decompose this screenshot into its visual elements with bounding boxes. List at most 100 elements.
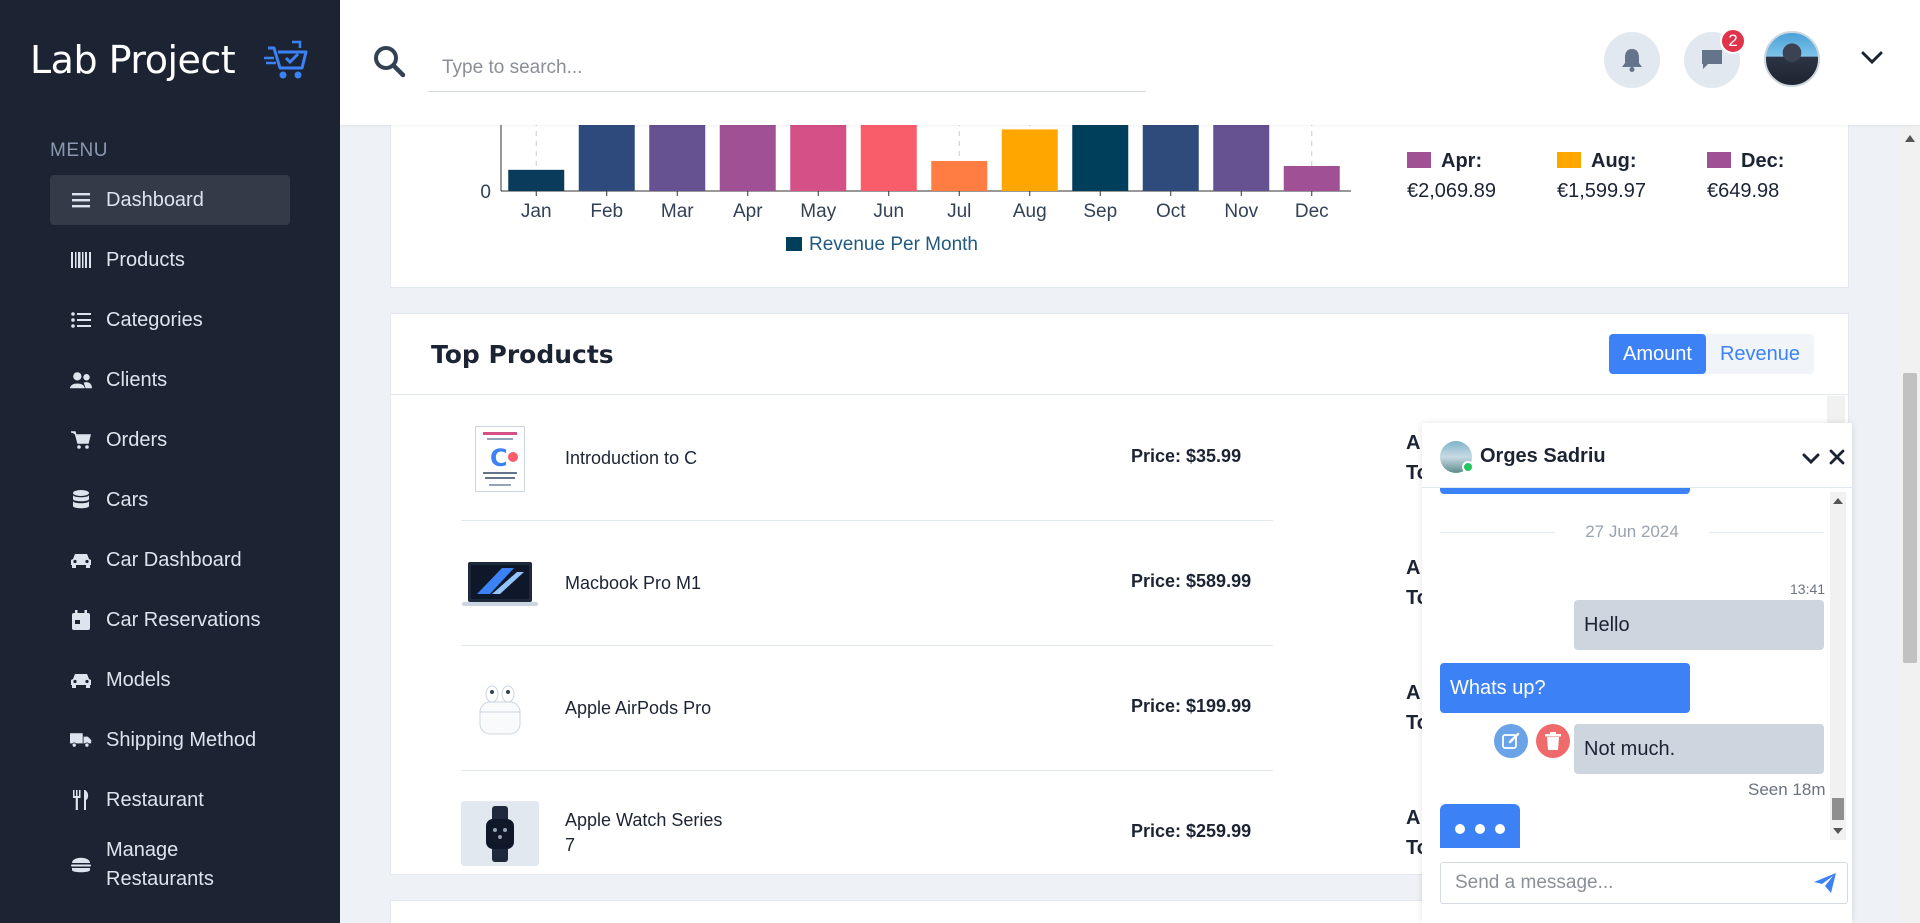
sidebar-item-categories[interactable]: Categories xyxy=(50,295,290,345)
messages-button[interactable]: 2 xyxy=(1684,28,1746,88)
search-input[interactable] xyxy=(428,44,1146,92)
brand-title[interactable]: Lab Project xyxy=(30,38,236,82)
close-icon[interactable] xyxy=(1828,448,1846,466)
scroll-down-arrow[interactable] xyxy=(1833,828,1843,834)
edit-icon xyxy=(1502,732,1520,749)
month-total-aug: Aug: €1,599.97 xyxy=(1557,146,1646,206)
product-price: Price: $35.99 xyxy=(1131,446,1242,466)
bar-jan[interactable] xyxy=(508,169,565,191)
x-tick-label: Jul xyxy=(947,201,971,222)
seen-status: Seen 18m xyxy=(1748,780,1826,799)
car-icon xyxy=(70,549,92,571)
page-scrollbar[interactable] xyxy=(1900,125,1920,923)
user-avatar[interactable] xyxy=(1764,31,1820,87)
revenue-chart-card: 0 Jan Feb Mar Apr May Jun Jul Aug Sep Oct Nov Dec Rev… xyxy=(390,100,1849,288)
revenue-toggle-button[interactable]: Revenue xyxy=(1706,334,1814,374)
edit-message-button[interactable] xyxy=(1494,724,1528,758)
sidebar-item-dashboard[interactable]: Dashboard xyxy=(50,175,290,225)
sidebar-item-products[interactable]: Products xyxy=(50,235,290,285)
month-total-value: €2,069.89 xyxy=(1407,180,1496,202)
scroll-thumb[interactable] xyxy=(1903,373,1917,663)
sidebar-item-label: Restaurant xyxy=(106,788,204,811)
legend-label[interactable]: Revenue Per Month xyxy=(809,234,978,255)
sidebar-item-car-reservations[interactable]: Car Reservations xyxy=(50,595,290,645)
product-row[interactable]: Macbook Pro M1 Price: $589.99 xyxy=(461,521,1273,646)
month-total-value: €1,599.97 xyxy=(1557,180,1646,202)
month-total-apr: Apr: €2,069.89 xyxy=(1407,146,1496,206)
x-tick-label: May xyxy=(800,201,836,222)
scroll-thumb[interactable] xyxy=(1832,798,1844,820)
search-icon[interactable] xyxy=(372,44,406,78)
sidebar-item-orders[interactable]: Orders xyxy=(50,415,290,465)
sidebar-item-label: Clients xyxy=(106,368,168,391)
sidebar-item-shipping-method[interactable]: Shipping Method xyxy=(50,715,290,765)
sidebar-item-label: Orders xyxy=(106,428,168,451)
bar-aug[interactable] xyxy=(1001,129,1058,191)
message-bubble-received[interactable]: Whats up? xyxy=(1440,663,1690,713)
x-tick-label: Jan xyxy=(521,201,552,222)
amount-revenue-toggle: Amount Revenue xyxy=(1609,334,1814,374)
send-icon[interactable] xyxy=(1813,872,1837,894)
message-input[interactable] xyxy=(1441,863,1801,903)
product-name: Introduction to C xyxy=(565,448,698,468)
chat-messages: 27 Jun 2024 13:41 Hello Whats up? Not mu… xyxy=(1422,488,1852,848)
product-row[interactable]: Apple Watch Series 7 Price: $259.99 xyxy=(461,771,1273,874)
bar-dec[interactable] xyxy=(1283,165,1340,191)
online-status-dot xyxy=(1462,461,1474,473)
contact-name: Orges Sadriu xyxy=(1480,445,1606,467)
top-header: 2 xyxy=(340,0,1920,125)
x-tick-label: Dec xyxy=(1295,201,1329,222)
legend-swatch xyxy=(1557,152,1581,168)
amount-toggle-button[interactable]: Amount xyxy=(1609,334,1706,374)
scroll-up-arrow[interactable] xyxy=(1905,135,1915,142)
product-row[interactable]: Apple AirPods Pro Price: $199.99 xyxy=(461,646,1273,771)
x-tick-label: Nov xyxy=(1224,201,1258,222)
y-tick-label: 0 xyxy=(480,182,491,203)
divider xyxy=(391,394,1848,395)
sidebar: Lab Project MENU Dashboard Products Cate… xyxy=(0,0,340,923)
message-input-wrapper xyxy=(1440,862,1848,904)
truck-icon xyxy=(70,729,92,751)
sidebar-item-label: Shipping Method xyxy=(106,728,257,751)
x-tick-label: Apr xyxy=(733,201,763,222)
month-total-label: Apr: xyxy=(1441,150,1483,172)
menu-icon xyxy=(70,189,92,211)
sidebar-item-manage-restaurants[interactable]: Manage Restaurants xyxy=(50,835,290,895)
sidebar-item-restaurant[interactable]: Restaurant xyxy=(50,775,290,825)
messages-badge: 2 xyxy=(1720,28,1746,54)
previous-message-bubble xyxy=(1440,488,1690,494)
sidebar-item-label: Cars xyxy=(106,488,149,511)
bar-jul[interactable] xyxy=(931,160,988,191)
sidebar-item-label: Categories xyxy=(106,308,203,331)
chat-scrollbar[interactable] xyxy=(1830,492,1846,840)
menu-heading: MENU xyxy=(50,140,108,161)
chevron-down-icon[interactable] xyxy=(1802,453,1820,465)
sidebar-item-label: Models xyxy=(106,668,171,691)
burger-icon xyxy=(70,854,92,876)
watch-icon xyxy=(461,801,539,866)
chat-window: Orges Sadriu 27 Jun 2024 13:41 Hello Wha… xyxy=(1422,423,1852,923)
utensils-icon xyxy=(70,789,92,811)
message-bubble-sent[interactable]: Hello xyxy=(1574,600,1824,650)
x-tick-label: Oct xyxy=(1156,201,1186,222)
legend-swatch xyxy=(786,237,802,251)
month-total-dec: Dec: €649.98 xyxy=(1707,146,1784,206)
legend-swatch xyxy=(1707,152,1731,168)
legend-swatch xyxy=(1407,152,1431,168)
sidebar-item-models[interactable]: Models xyxy=(50,655,290,705)
chevron-down-icon[interactable] xyxy=(1860,48,1884,68)
scroll-up-arrow[interactable] xyxy=(1833,498,1843,504)
delete-message-button[interactable] xyxy=(1536,724,1570,758)
barcode-icon xyxy=(70,249,92,271)
sidebar-item-car-dashboard[interactable]: Car Dashboard xyxy=(50,535,290,585)
notifications-button[interactable] xyxy=(1604,32,1660,88)
sidebar-item-cars[interactable]: Cars xyxy=(50,475,290,525)
x-tick-label: Jun xyxy=(873,201,904,222)
laptop-icon xyxy=(461,551,539,616)
message-bubble-sent[interactable]: Not much. xyxy=(1574,724,1824,774)
product-price: Price: $589.99 xyxy=(1131,571,1252,591)
month-total-value: €649.98 xyxy=(1707,180,1780,202)
sidebar-item-label: Manage Restaurants xyxy=(106,839,214,890)
sidebar-item-clients[interactable]: Clients xyxy=(50,355,290,405)
product-row[interactable]: C Introduction to C Price: $35.99 xyxy=(461,396,1273,521)
